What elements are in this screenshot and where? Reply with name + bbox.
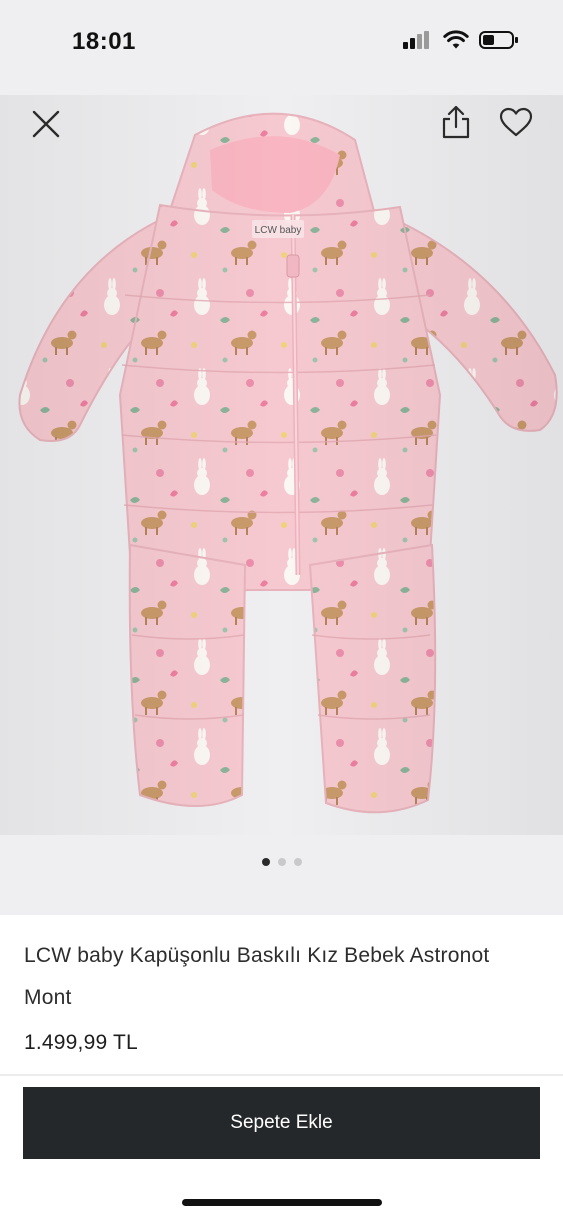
add-to-cart-button[interactable]: Sepete Ekle [23, 1087, 540, 1159]
battery-icon [479, 30, 519, 55]
signal-icon [403, 31, 433, 54]
wifi-icon [443, 30, 469, 55]
heart-icon[interactable] [494, 100, 538, 144]
status-icons [403, 30, 519, 55]
garment-brand-tag: LCW baby [255, 225, 302, 236]
product-image[interactable]: LCW baby [0, 95, 563, 835]
share-icon[interactable] [434, 100, 478, 144]
product-price: 1.499,99 TL [24, 1031, 138, 1054]
pagination-dot[interactable] [277, 858, 286, 866]
product-gallery[interactable]: 18:01 LCW baby [0, 0, 563, 915]
home-indicator[interactable] [182, 1199, 382, 1206]
divider [0, 1074, 563, 1076]
product-info: LCW baby Kapüşonlu Baskılı Kız Bebek Ast… [24, 935, 539, 1055]
close-icon[interactable] [24, 102, 68, 146]
image-pagination [0, 858, 563, 866]
top-actions [0, 100, 563, 150]
status-bar: 18:01 [0, 0, 563, 84]
pagination-dot-active[interactable] [261, 858, 270, 866]
status-time: 18:01 [72, 28, 136, 55]
product-title: LCW baby Kapüşonlu Baskılı Kız Bebek Ast… [24, 944, 490, 1009]
pagination-dot[interactable] [293, 858, 302, 866]
